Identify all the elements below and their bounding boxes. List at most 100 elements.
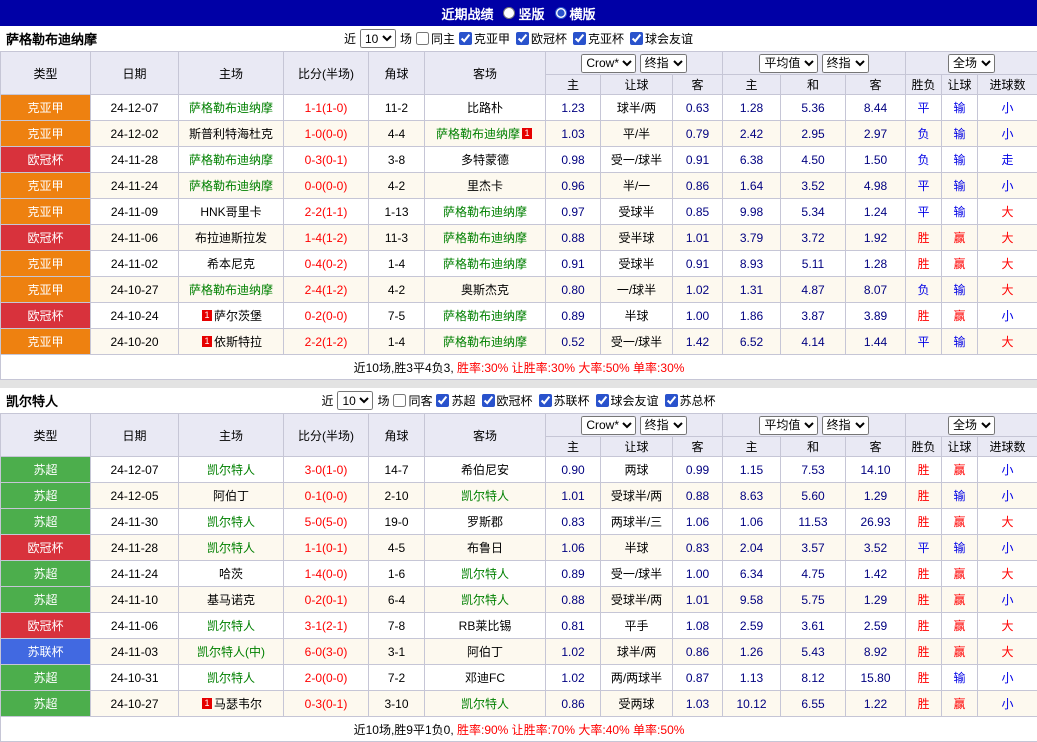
score-cell[interactable]: 2-0(0-0)	[284, 665, 369, 691]
league-filter-checkbox[interactable]: 苏超	[436, 392, 475, 409]
avg-stage-select[interactable]: 终指	[822, 416, 869, 435]
same-venue-checkbox-input[interactable]	[393, 394, 406, 407]
home-team-name[interactable]: HNK哥里卡	[200, 205, 261, 219]
league-filter-checkbox[interactable]: 克亚杯	[573, 30, 624, 47]
league-filter-checkbox[interactable]: 球会友谊	[630, 30, 693, 47]
layout-radio-input[interactable]	[555, 7, 567, 19]
score-cell[interactable]: 3-0(1-0)	[284, 457, 369, 483]
home-team-name[interactable]: 凯尔特人	[207, 619, 255, 633]
league-checkbox-input[interactable]	[539, 394, 552, 407]
away-team-name[interactable]: 凯尔特人	[461, 567, 509, 581]
home-team-name[interactable]: 凯尔特人	[207, 541, 255, 555]
home-team-name[interactable]: 布拉迪斯拉发	[195, 231, 267, 245]
league-checkbox-input[interactable]	[459, 32, 472, 45]
league-filter-checkbox[interactable]: 欧冠杯	[516, 30, 567, 47]
league-filter-checkbox[interactable]: 苏总杯	[665, 392, 716, 409]
league-checkbox-input[interactable]	[665, 394, 678, 407]
avg-select[interactable]: 平均值	[759, 54, 818, 73]
score-cell[interactable]: 0-0(0-0)	[284, 173, 369, 199]
score-cell[interactable]: 2-2(1-1)	[284, 199, 369, 225]
score-cell[interactable]: 1-0(0-0)	[284, 121, 369, 147]
league-checkbox-input[interactable]	[516, 32, 529, 45]
home-team-name[interactable]: 凯尔特人	[207, 671, 255, 685]
recent-count-select[interactable]: 10	[337, 391, 373, 410]
home-team-name[interactable]: 凯尔特人	[207, 515, 255, 529]
score-cell[interactable]: 0-2(0-0)	[284, 303, 369, 329]
score-cell[interactable]: 2-4(1-2)	[284, 277, 369, 303]
away-team-name[interactable]: 奥斯杰克	[461, 283, 509, 297]
home-team-name[interactable]: 萨格勒布迪纳摩	[189, 283, 273, 297]
away-team-name[interactable]: RB莱比锡	[459, 619, 512, 633]
away-team-name[interactable]: 凯尔特人	[461, 697, 509, 711]
away-team-name[interactable]: 萨格勒布迪纳摩	[443, 309, 527, 323]
score-cell[interactable]: 1-1(1-0)	[284, 95, 369, 121]
odds-company-select[interactable]: Crow*	[581, 54, 636, 73]
score-cell[interactable]: 3-1(2-1)	[284, 613, 369, 639]
away-team-name[interactable]: 希伯尼安	[461, 463, 509, 477]
layout-radio-input[interactable]	[503, 7, 515, 19]
home-team-name[interactable]: 萨格勒布迪纳摩	[189, 101, 273, 115]
league-filter-checkbox[interactable]: 苏联杯	[539, 392, 590, 409]
league-checkbox-input[interactable]	[482, 394, 495, 407]
recent-count-select[interactable]: 10	[360, 29, 396, 48]
home-team-name[interactable]: 萨尔茨堡	[214, 309, 262, 323]
odds-company-select[interactable]: Crow*	[581, 416, 636, 435]
score-cell[interactable]: 6-0(3-0)	[284, 639, 369, 665]
score-cell[interactable]: 2-2(1-2)	[284, 329, 369, 355]
scope-select[interactable]: 全场	[948, 416, 995, 435]
away-team-name[interactable]: 邓迪FC	[465, 671, 505, 685]
home-team-name[interactable]: 斯普利特海杜克	[189, 127, 273, 141]
league-checkbox-input[interactable]	[596, 394, 609, 407]
avg-select[interactable]: 平均值	[759, 416, 818, 435]
score-cell[interactable]: 0-1(0-0)	[284, 483, 369, 509]
away-team-name[interactable]: 比路朴	[467, 101, 503, 115]
away-team-name[interactable]: 里杰卡	[467, 179, 503, 193]
home-team-name[interactable]: 哈茨	[219, 567, 243, 581]
league-filter-checkbox[interactable]: 欧冠杯	[482, 392, 533, 409]
league-checkbox-input[interactable]	[436, 394, 449, 407]
score-cell[interactable]: 0-2(0-1)	[284, 587, 369, 613]
layout-radio[interactable]: 竖版	[503, 4, 544, 23]
away-team-name[interactable]: 凯尔特人	[461, 489, 509, 503]
away-team-name[interactable]: 萨格勒布迪纳摩	[443, 231, 527, 245]
home-team-name[interactable]: 希本尼克	[207, 257, 255, 271]
home-team-name[interactable]: 基马诺克	[207, 593, 255, 607]
away-team-name[interactable]: 多特蒙德	[461, 153, 509, 167]
league-checkbox-input[interactable]	[630, 32, 643, 45]
home-team-name[interactable]: 马瑟韦尔	[214, 697, 262, 711]
score-cell[interactable]: 0-3(0-1)	[284, 147, 369, 173]
scope-select[interactable]: 全场	[948, 54, 995, 73]
league-filter-checkbox[interactable]: 克亚甲	[459, 30, 510, 47]
league-filter-checkbox[interactable]: 球会友谊	[596, 392, 659, 409]
home-team-name[interactable]: 萨格勒布迪纳摩	[189, 153, 273, 167]
away-team-name[interactable]: 凯尔特人	[461, 593, 509, 607]
away-team-name[interactable]: 萨格勒布迪纳摩	[443, 205, 527, 219]
score-cell[interactable]: 0-4(0-2)	[284, 251, 369, 277]
home-team-name[interactable]: 阿伯丁	[213, 489, 249, 503]
home-team-name[interactable]: 依斯特拉	[214, 335, 262, 349]
odds-stage-select[interactable]: 终指	[640, 416, 687, 435]
home-odds-cell: 0.81	[546, 613, 601, 639]
avg-stage-select[interactable]: 终指	[822, 54, 869, 73]
score-cell[interactable]: 1-1(0-1)	[284, 535, 369, 561]
same-venue-checkbox-input[interactable]	[416, 32, 429, 45]
odds-stage-select[interactable]: 终指	[640, 54, 687, 73]
away-team-name[interactable]: 罗斯郡	[467, 515, 503, 529]
away-team-name[interactable]: 布鲁日	[467, 541, 503, 555]
layout-radio[interactable]: 横版	[555, 4, 596, 23]
away-team-name[interactable]: 萨格勒布迪纳摩	[436, 127, 520, 141]
away-team-name[interactable]: 萨格勒布迪纳摩	[443, 335, 527, 349]
away-team-cell: 邓迪FC	[425, 665, 546, 691]
away-team-name[interactable]: 萨格勒布迪纳摩	[443, 257, 527, 271]
score-cell[interactable]: 0-3(0-1)	[284, 691, 369, 717]
league-checkbox-input[interactable]	[573, 32, 586, 45]
home-team-name[interactable]: 凯尔特人(中)	[197, 645, 265, 659]
same-venue-checkbox[interactable]: 同主	[416, 30, 455, 47]
away-team-name[interactable]: 阿伯丁	[467, 645, 503, 659]
home-team-name[interactable]: 凯尔特人	[207, 463, 255, 477]
home-team-name[interactable]: 萨格勒布迪纳摩	[189, 179, 273, 193]
same-venue-checkbox[interactable]: 同客	[393, 392, 432, 409]
score-cell[interactable]: 5-0(5-0)	[284, 509, 369, 535]
score-cell[interactable]: 1-4(1-2)	[284, 225, 369, 251]
score-cell[interactable]: 1-4(0-0)	[284, 561, 369, 587]
